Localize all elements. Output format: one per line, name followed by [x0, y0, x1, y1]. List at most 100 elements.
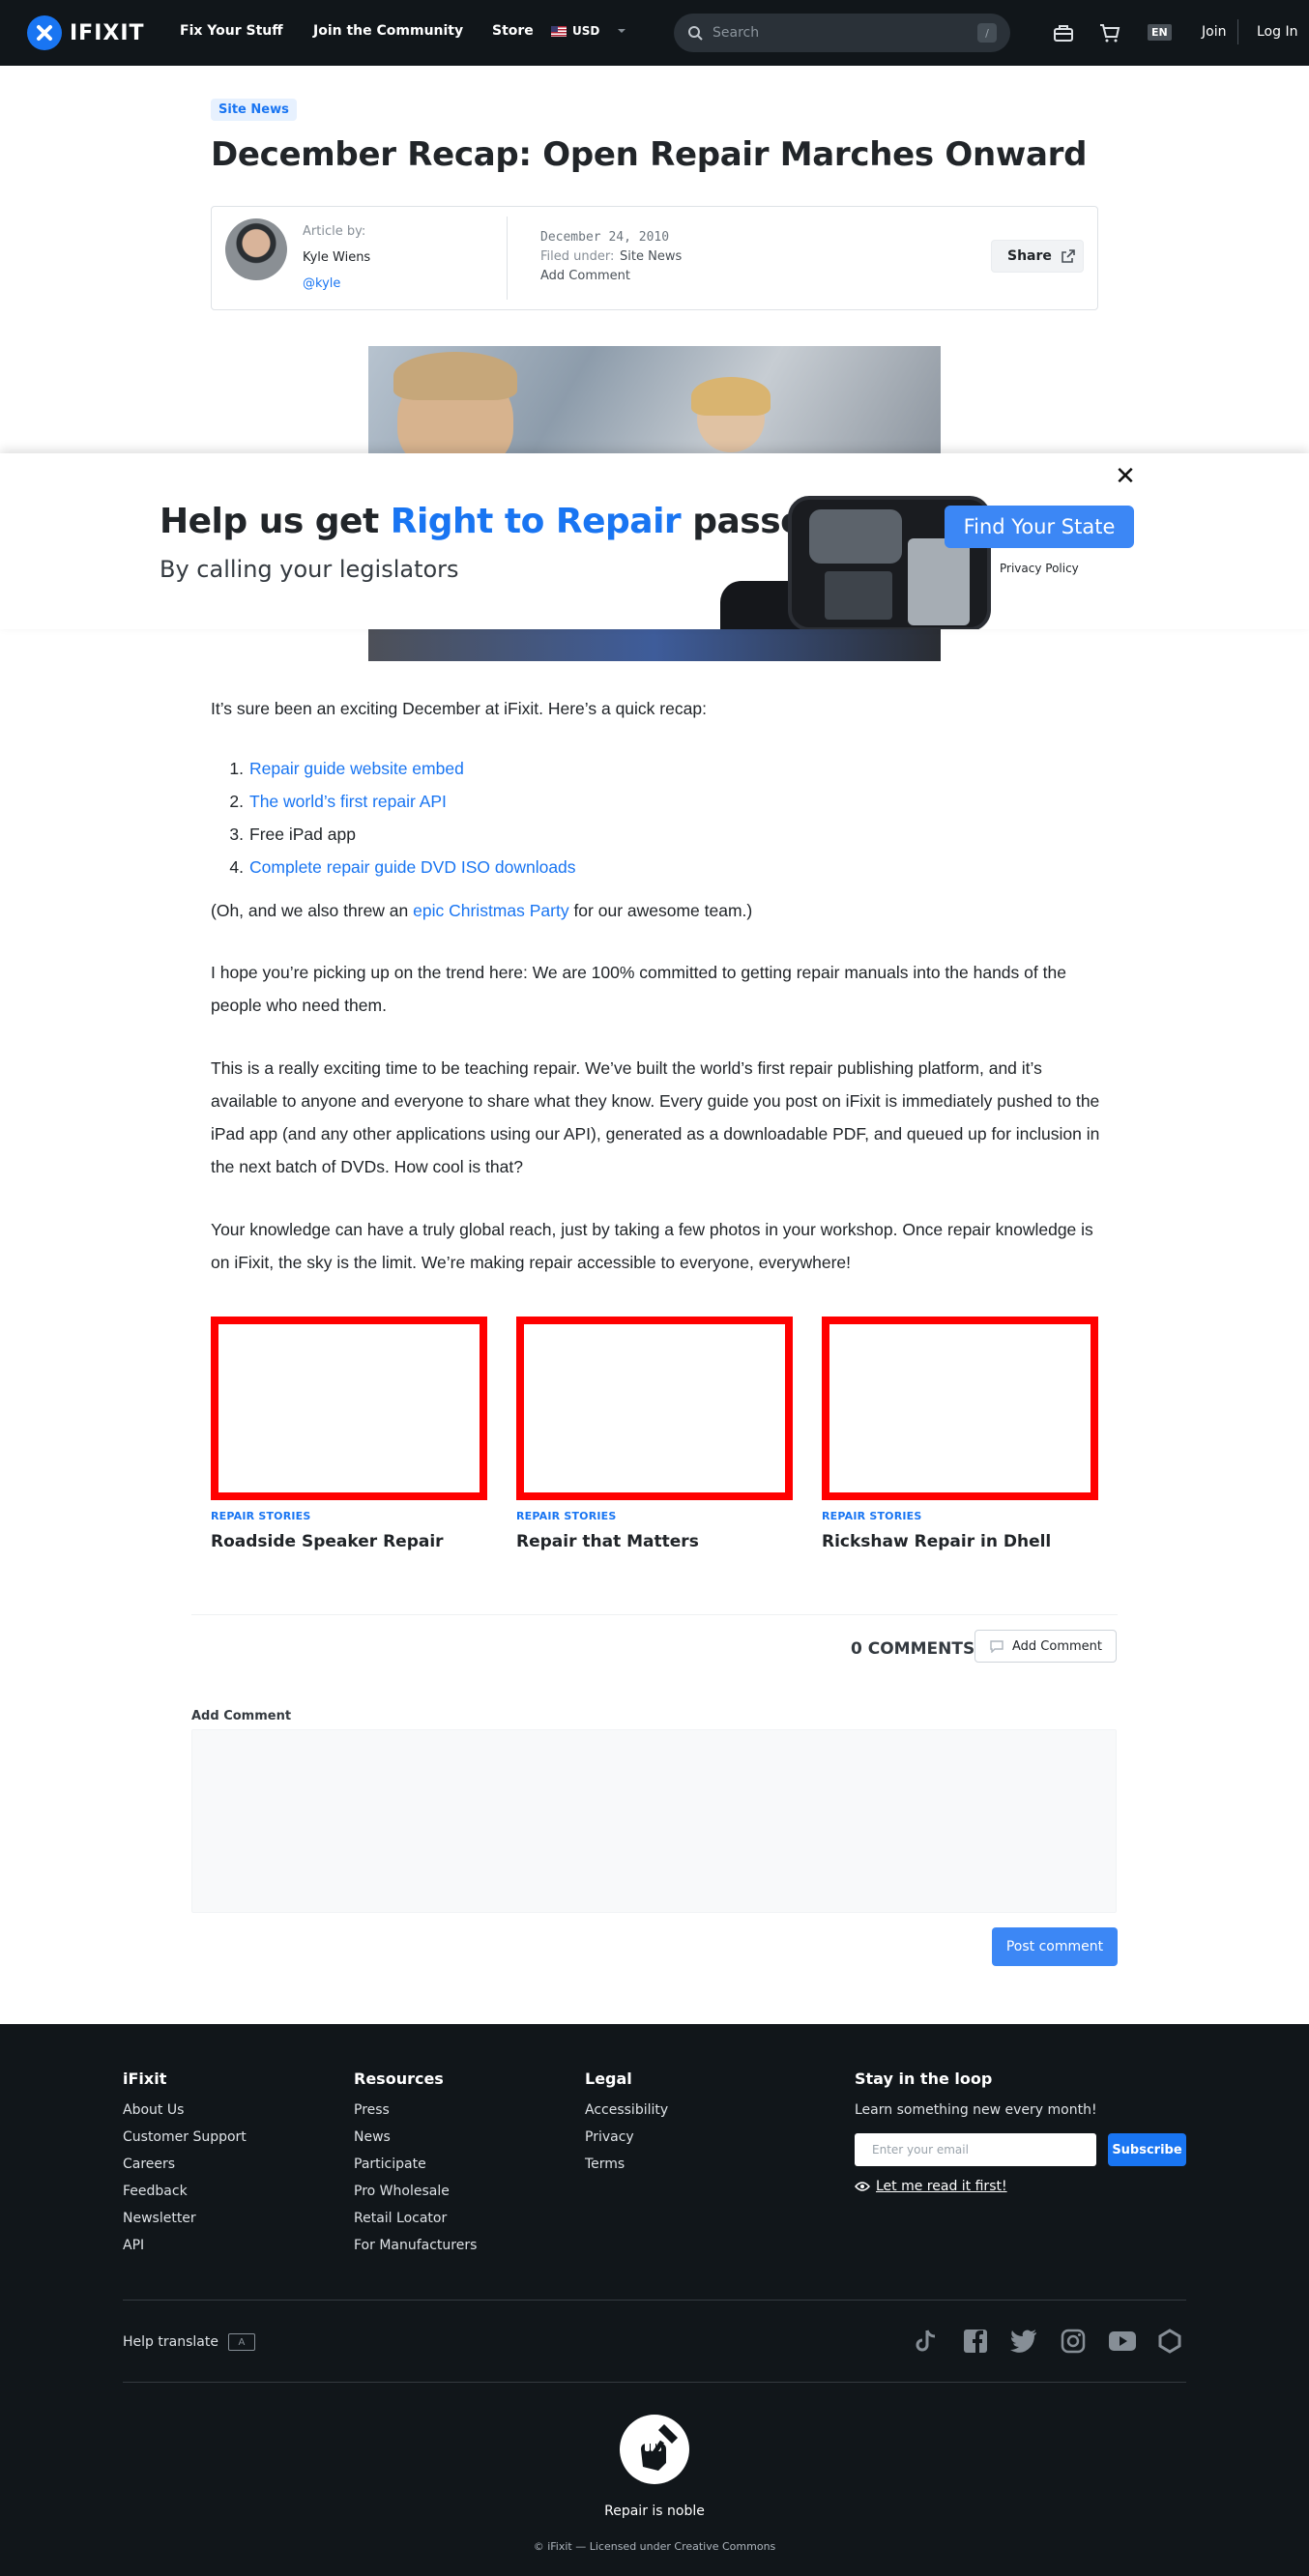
meta-divider [507, 217, 508, 300]
footer-link-careers[interactable]: Careers [123, 2156, 175, 2172]
footer-tagline: Repair is noble [604, 2504, 705, 2519]
join-link[interactable]: Join [1202, 24, 1226, 40]
external-link-icon [1062, 249, 1075, 263]
youtube-icon[interactable] [1109, 2328, 1136, 2355]
party-text-post: for our awesome team.) [568, 901, 753, 920]
party-text-pre: (Oh, and we also threw an [211, 901, 414, 920]
banner-title: Help us get Right to Repair passed [160, 502, 829, 541]
footer-heading-legal: Legal [585, 2069, 632, 2088]
platform-paragraph: This is a really exciting time to be tea… [211, 1058, 1100, 1176]
eye-icon [855, 2182, 870, 2191]
comment-textarea[interactable] [191, 1729, 1117, 1913]
subscribe-button[interactable]: Subscribe [1108, 2133, 1186, 2166]
footer-link-newsletter[interactable]: Newsletter [123, 2211, 196, 2226]
footer-link-api[interactable]: API [123, 2238, 144, 2253]
add-comment-button[interactable]: Add Comment [974, 1630, 1117, 1663]
ifixit-logo[interactable]: IFIXIT [27, 15, 145, 50]
page-title: December Recap: Open Repair Marches Onwa… [211, 135, 1088, 174]
footer-link-retail-locator[interactable]: Retail Locator [354, 2211, 447, 2226]
us-flag-icon [551, 25, 567, 37]
link-dvd-iso[interactable]: Complete repair guide DVD ISO downloads [249, 851, 576, 883]
close-icon[interactable]: ✕ [1114, 464, 1137, 489]
toolbox-icon[interactable] [1052, 21, 1075, 44]
filed-under-label: Filed under: [540, 249, 615, 264]
list-item: 4. Complete repair guide DVD ISO download… [211, 851, 576, 883]
intro-paragraph: It’s sure been an exciting December at i… [211, 699, 707, 718]
card-category: REPAIR STORIES [211, 1510, 311, 1522]
card-title: Repair that Matters [516, 1532, 699, 1551]
top-navigation: IFIXIT Fix Your Stuff Join the Community… [0, 0, 1309, 66]
cart-icon[interactable] [1098, 21, 1121, 44]
nav-join-community[interactable]: Join the Community [313, 23, 463, 39]
list-number: 1. [229, 759, 244, 778]
find-your-state-button[interactable]: Find Your State [945, 506, 1134, 548]
author-handle-link[interactable]: @kyle [303, 276, 340, 291]
footer-link-terms[interactable]: Terms [585, 2156, 625, 2172]
footer-link-pro-wholesale[interactable]: Pro Wholesale [354, 2184, 450, 2199]
nav-store[interactable]: Store [492, 23, 534, 39]
link-repair-api[interactable]: The world’s first repair API [249, 785, 447, 818]
hero-person-left-hair [393, 352, 517, 400]
footer-link-press[interactable]: Press [354, 2102, 390, 2118]
search-input[interactable] [713, 25, 968, 41]
site-footer: iFixit About Us Customer Support Careers… [0, 2024, 1309, 2576]
privacy-policy-link[interactable]: Privacy Policy [1000, 562, 1079, 575]
footer-link-participate[interactable]: Participate [354, 2156, 426, 2172]
christmas-party-link[interactable]: epic Christmas Party [413, 901, 568, 920]
search-icon [688, 26, 703, 41]
related-card[interactable]: REPAIR STORIES Roadside Speaker Repair [211, 1317, 487, 1551]
category-badge[interactable]: Site News [211, 99, 297, 121]
help-translate[interactable]: Help translate A [123, 2333, 255, 2351]
chevron-down-icon [618, 29, 626, 33]
article-meta: Article by: Kyle Wiens @kyle December 24… [211, 206, 1098, 310]
nav-fix-your-stuff[interactable]: Fix Your Stuff [180, 23, 283, 39]
ifixit-logo-icon [27, 15, 62, 50]
newsletter-email-input[interactable] [855, 2133, 1096, 2166]
newsletter-subtitle: Learn something new every month! [855, 2102, 1097, 2118]
post-comment-button[interactable]: Post comment [992, 1927, 1118, 1966]
brand-name: IFIXIT [70, 20, 145, 45]
hero-person-right-hair [691, 377, 771, 416]
list-text-ipad-app: Free iPad app [249, 825, 356, 844]
read-it-first-link[interactable]: Let me read it first! [855, 2179, 1007, 2194]
language-selector[interactable]: EN [1148, 24, 1172, 41]
translate-icon: A [227, 2333, 255, 2351]
footer-link-accessibility[interactable]: Accessibility [585, 2102, 668, 2118]
party-paragraph: (Oh, and we also threw an epic Christmas… [211, 894, 1100, 927]
footer-divider [123, 2382, 1186, 2383]
copyright: © iFixit — Licensed under Creative Commo… [533, 2540, 776, 2553]
footer-link-privacy[interactable]: Privacy [585, 2129, 634, 2145]
twitter-icon[interactable] [1010, 2328, 1037, 2355]
trend-paragraph: I hope you’re picking up on the trend he… [211, 963, 1066, 1015]
related-card[interactable]: REPAIR STORIES Repair that Matters [516, 1317, 793, 1551]
author-label: Article by: [303, 224, 366, 239]
footer-link-manufacturers[interactable]: For Manufacturers [354, 2238, 477, 2253]
footer-link-about[interactable]: About Us [123, 2102, 184, 2118]
facebook-icon[interactable] [962, 2328, 989, 2355]
footer-divider [123, 2300, 1186, 2301]
avatar[interactable] [225, 218, 287, 280]
add-comment-label: Add Comment [1012, 1638, 1102, 1654]
footer-link-support[interactable]: Customer Support [123, 2129, 247, 2145]
footer-heading-newsletter: Stay in the loop [855, 2069, 993, 2088]
filed-under-link[interactable]: Site News [620, 249, 682, 264]
comments-count: 0 COMMENTS [851, 1639, 975, 1659]
instagram-icon[interactable] [1060, 2328, 1087, 2355]
login-link[interactable]: Log In [1257, 24, 1297, 40]
list-number: 2. [229, 792, 244, 811]
footer-heading-ifixit: iFixit [123, 2069, 167, 2088]
footer-link-feedback[interactable]: Feedback [123, 2184, 188, 2199]
article-date: December 24, 2010 [540, 230, 670, 245]
add-comment-link[interactable]: Add Comment [540, 269, 630, 283]
phone-chip [825, 571, 892, 620]
currency-label: USD [572, 24, 600, 38]
share-button[interactable]: Share [991, 240, 1084, 273]
read-it-first-label: Let me read it first! [876, 2179, 1007, 2194]
link-website-embed[interactable]: Repair guide website embed [249, 752, 464, 785]
currency-selector[interactable]: USD [551, 24, 626, 38]
search-bar[interactable]: / [674, 14, 1010, 52]
repair-org-icon[interactable] [1156, 2328, 1183, 2355]
footer-link-news[interactable]: News [354, 2129, 391, 2145]
tiktok-icon[interactable] [913, 2328, 940, 2355]
related-card[interactable]: REPAIR STORIES Rickshaw Repair in Dhell [822, 1317, 1098, 1551]
